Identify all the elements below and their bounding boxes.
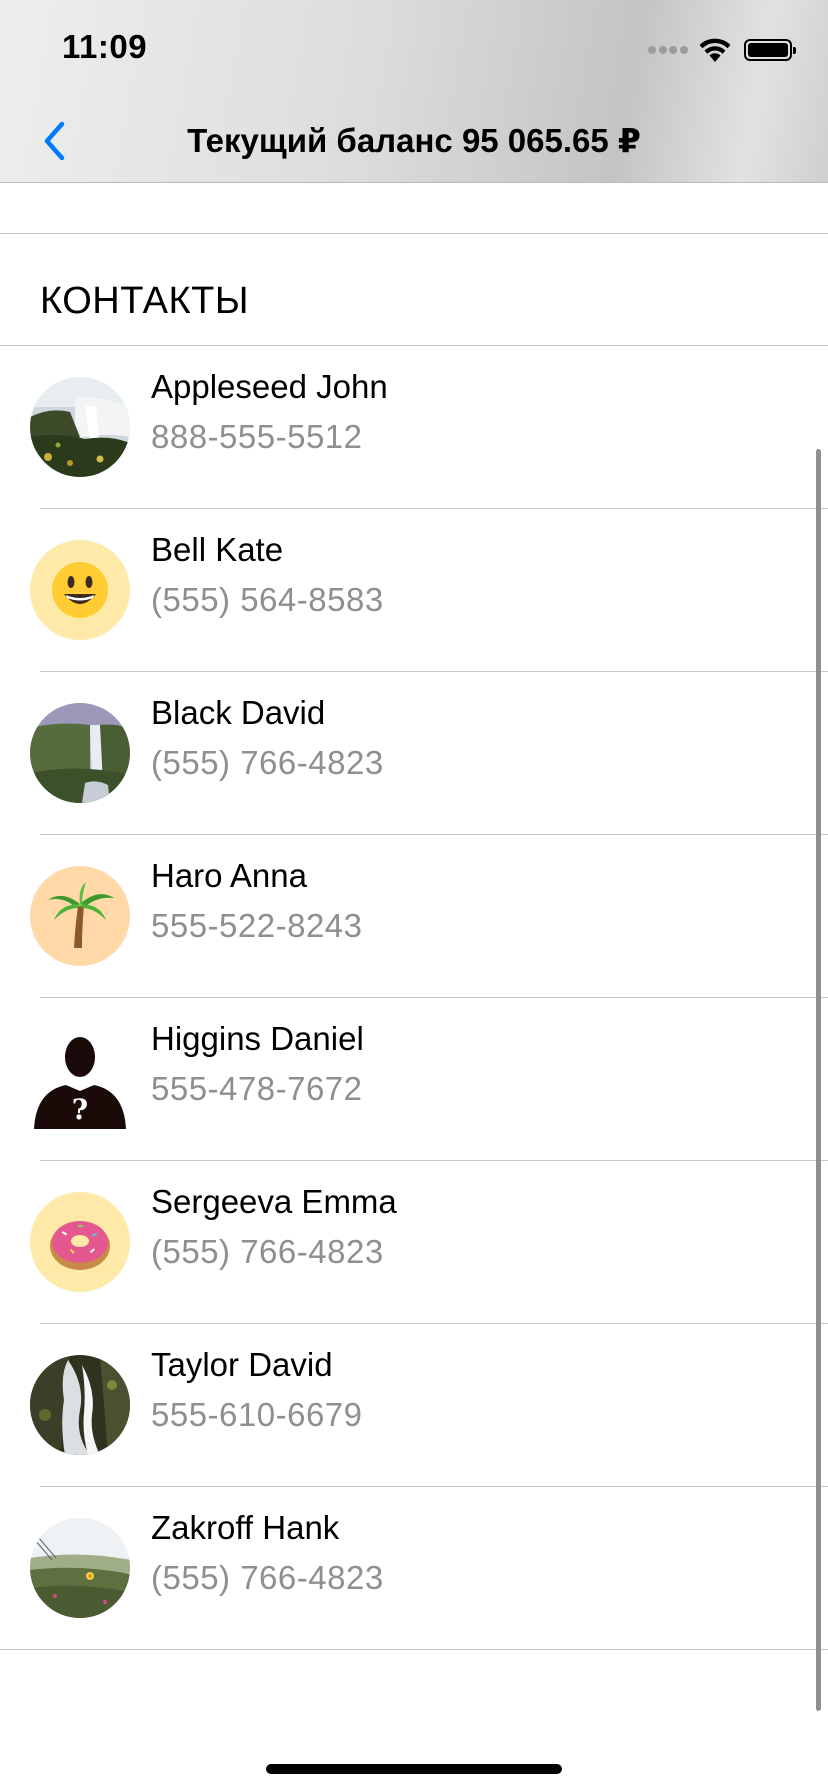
- contact-name: Sergeeva Emma: [151, 1183, 397, 1220]
- cellular-signal-icon: [648, 36, 688, 64]
- scroll-indicator[interactable]: [816, 449, 821, 1711]
- waterfall-photo-avatar: [30, 703, 130, 803]
- contact-name: Haro Anna: [151, 857, 307, 894]
- contact-row[interactable]: Appleseed John 888-555-5512: [0, 346, 828, 509]
- contact-row[interactable]: Taylor David 555-610-6679: [0, 1324, 828, 1487]
- contact-phone: 888-555-5512: [151, 418, 363, 455]
- grinning-face-emoji-avatar: [30, 540, 130, 640]
- home-indicator[interactable]: [266, 1764, 562, 1774]
- contact-name: Zakroff Hank: [151, 1509, 340, 1546]
- section-header-contacts: КОНТАКТЫ: [40, 280, 249, 322]
- flower-field-photo-avatar: [30, 1518, 130, 1618]
- status-time: 11:09: [62, 28, 148, 65]
- contact-phone: 555-478-7672: [151, 1070, 363, 1107]
- contact-phone: (555) 766-4823: [151, 744, 384, 781]
- waterfall-photo-avatar: [30, 1355, 130, 1455]
- svg-text:?: ?: [72, 1093, 88, 1126]
- contact-row[interactable]: Bell Kate (555) 564-8583: [0, 509, 828, 672]
- waterfall-photo-avatar: [30, 377, 130, 477]
- balance-title: Текущий баланс 95 065.65 ₽: [187, 122, 641, 159]
- contact-name: Bell Kate: [151, 531, 284, 568]
- unknown-person-silhouette-avatar: ?: [30, 1029, 130, 1129]
- palm-tree-emoji-avatar: [30, 866, 130, 966]
- contact-phone: (555) 766-4823: [151, 1559, 384, 1596]
- navigation-bar: 11:09 Текущий баланс 95 065.65 ₽: [0, 0, 828, 183]
- battery-icon: [744, 39, 796, 61]
- status-icons: [648, 36, 796, 64]
- contact-phone: 555-522-8243: [151, 907, 363, 944]
- row-separator: [0, 1649, 828, 1650]
- contact-phone: 555-610-6679: [151, 1396, 363, 1433]
- contacts-list: Appleseed John 888-555-5512 Bell Kate (5…: [0, 346, 828, 1650]
- contact-row[interactable]: Zakroff Hank (555) 766-4823: [0, 1487, 828, 1650]
- contact-name: Taylor David: [151, 1346, 333, 1383]
- contact-row[interactable]: Haro Anna 555-522-8243: [0, 835, 828, 998]
- contact-name: Black David: [151, 694, 326, 731]
- contact-row[interactable]: Sergeeva Emma (555) 766-4823: [0, 1161, 828, 1324]
- separator: [0, 233, 828, 234]
- contact-name: Appleseed John: [151, 368, 388, 405]
- doughnut-emoji-avatar: [30, 1192, 130, 1292]
- wifi-icon: [699, 38, 731, 62]
- contact-name: Higgins Daniel: [151, 1020, 364, 1057]
- contact-row[interactable]: ? Higgins Daniel 555-478-7672: [0, 998, 828, 1161]
- contact-phone: (555) 766-4823: [151, 1233, 384, 1270]
- contact-phone: (555) 564-8583: [151, 581, 384, 618]
- contact-row[interactable]: Black David (555) 766-4823: [0, 672, 828, 835]
